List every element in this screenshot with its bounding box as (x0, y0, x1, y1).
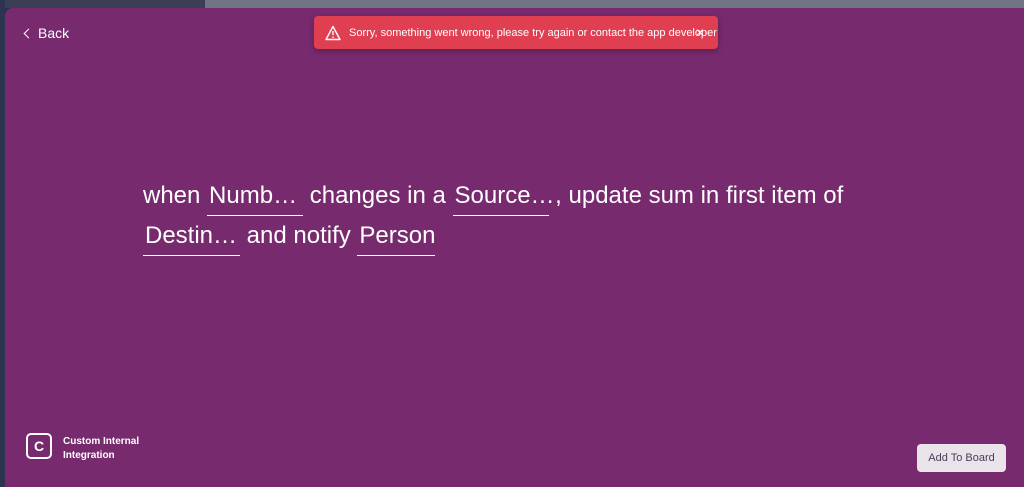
recipe-text: changes in a (309, 182, 446, 209)
integration-name: Custom Internal Integration (63, 436, 140, 461)
recipe-modal: Back Sorry, something went wrong, please… (5, 8, 1024, 487)
person-field[interactable]: Person (357, 221, 435, 256)
recipe-text: and notify (246, 222, 351, 249)
source-board-field[interactable]: Source… (452, 181, 555, 216)
add-to-board-button[interactable]: Add To Board (917, 444, 1006, 472)
recipe-sentence: when Numb… changes in a Source… , update… (143, 176, 883, 256)
background-header-dark (0, 0, 205, 8)
background-header (0, 0, 1024, 8)
warning-icon (325, 25, 341, 40)
recipe-text: , update sum in first item of (555, 182, 844, 209)
integration-info: C Custom Internal Integration (26, 433, 153, 463)
integration-logo: C (26, 433, 52, 459)
close-icon[interactable]: × (696, 24, 704, 40)
number-column-field[interactable]: Numb… (207, 181, 304, 216)
chevron-left-icon (23, 28, 34, 39)
recipe-text: when (143, 182, 201, 209)
back-label: Back (38, 25, 70, 41)
destination-board-field[interactable]: Destin… (143, 221, 240, 256)
back-button[interactable]: Back (23, 25, 70, 41)
error-toast: Sorry, something went wrong, please try … (314, 16, 718, 49)
toast-message: Sorry, something went wrong, please try … (349, 26, 717, 39)
